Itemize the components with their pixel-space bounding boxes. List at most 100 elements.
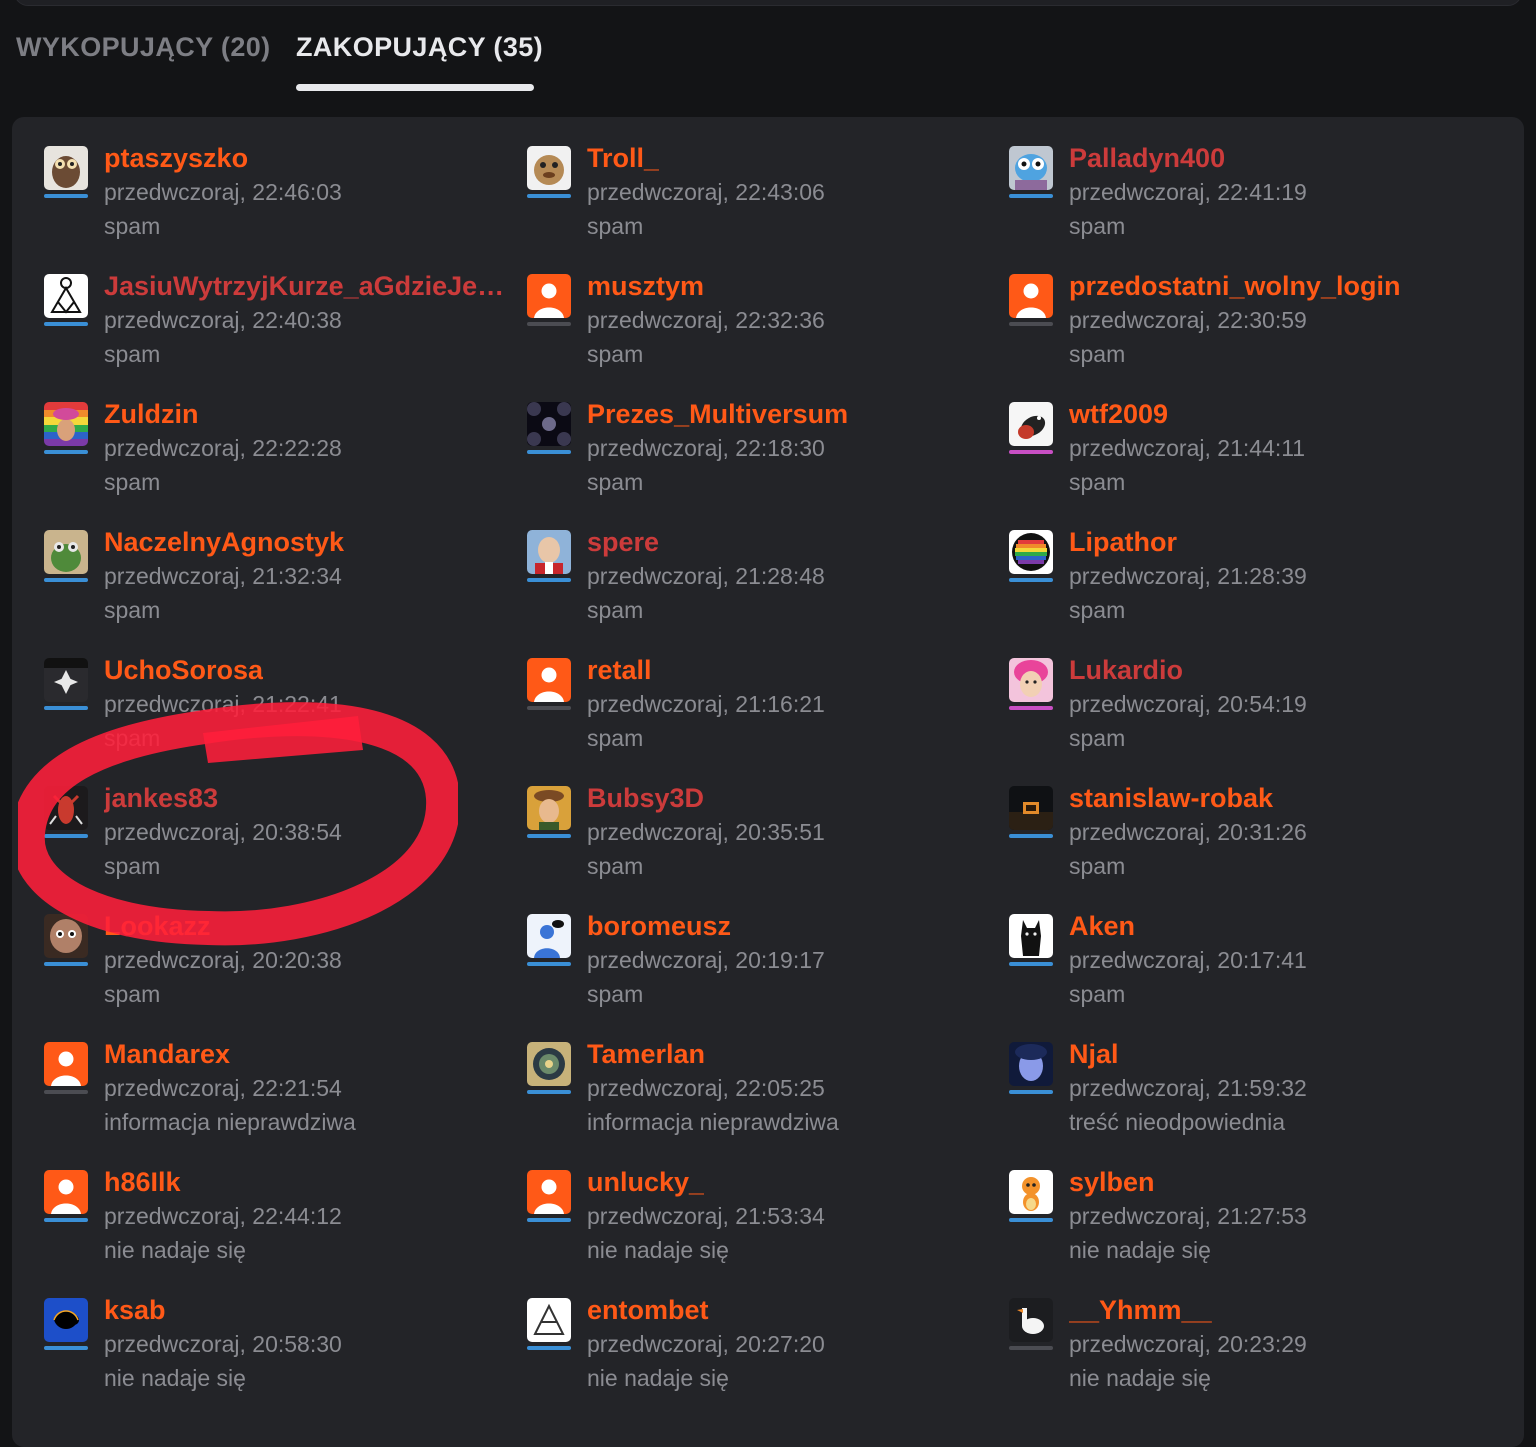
username-link[interactable]: __Yhmm__ <box>1069 1293 1212 1327</box>
vote-reason: spam <box>1069 981 1126 1007</box>
username-link[interactable]: JasiuWytrzyjKurze_aGdzieJestT... <box>104 269 506 303</box>
default-avatar <box>44 1170 88 1214</box>
username-link[interactable]: Zuldzin <box>104 397 198 431</box>
username-link[interactable]: ptaszyszko <box>104 141 248 175</box>
vote-timestamp: przedwczoraj, 22:43:06 <box>587 179 825 205</box>
vote-reason: treść nieodpowiednia <box>1069 1109 1286 1135</box>
username-link[interactable]: musztym <box>587 269 704 303</box>
puppet-avatar <box>527 146 571 190</box>
user-avatar-link[interactable] <box>44 658 88 710</box>
active-tab-indicator <box>296 84 534 91</box>
username-link[interactable]: NaczelnyAgnostyk <box>104 525 344 559</box>
vote-timestamp: przedwczoraj, 21:16:21 <box>587 691 825 717</box>
user-avatar-link[interactable] <box>44 274 88 326</box>
user-rank-bar <box>1009 194 1053 198</box>
username-link[interactable]: Lukardio <box>1069 653 1183 687</box>
user-avatar-link[interactable] <box>527 402 571 454</box>
bird-avatar <box>1009 402 1053 446</box>
username-link[interactable]: unlucky_ <box>587 1165 704 1199</box>
username-link[interactable]: Njal <box>1069 1037 1119 1071</box>
user-rank-bar <box>1009 706 1053 710</box>
tab-downvoters[interactable]: ZAKOPUJĄCY (35) <box>296 32 543 63</box>
vote-timestamp: przedwczoraj, 21:32:34 <box>104 563 342 589</box>
vote-timestamp: przedwczoraj, 20:27:20 <box>587 1331 825 1357</box>
user-avatar-link[interactable] <box>527 658 571 710</box>
user-avatar-link[interactable] <box>527 530 571 582</box>
user-avatar-link[interactable] <box>44 914 88 966</box>
username-link[interactable]: Bubsy3D <box>587 781 704 815</box>
vote-reason: spam <box>104 853 161 879</box>
vote-timestamp: przedwczoraj, 22:30:59 <box>1069 307 1307 333</box>
username-link[interactable]: przedostatni_wolny_login <box>1069 269 1401 303</box>
vote-timestamp: przedwczoraj, 21:27:53 <box>1069 1203 1307 1229</box>
vote-reason: nie nadaje się <box>104 1237 246 1263</box>
username-link[interactable]: sylben <box>1069 1165 1155 1199</box>
username-link[interactable]: UchoSorosa <box>104 653 263 687</box>
user-avatar-link[interactable] <box>1009 402 1053 454</box>
user-avatar-link[interactable] <box>1009 1170 1053 1222</box>
username-link[interactable]: Lipathor <box>1069 525 1177 559</box>
user-avatar-link[interactable] <box>1009 146 1053 198</box>
spheres-avatar <box>527 402 571 446</box>
blue-face-avatar <box>1009 1042 1053 1086</box>
username-link[interactable]: Palladyn400 <box>1069 141 1225 175</box>
username-link[interactable]: Aken <box>1069 909 1135 943</box>
username-link[interactable]: Tamerlan <box>587 1037 705 1071</box>
username-link[interactable]: h86Ilk <box>104 1165 181 1199</box>
vote-reason: spam <box>104 725 161 751</box>
vote-reason: spam <box>104 597 161 623</box>
user-avatar-link[interactable] <box>527 1042 571 1094</box>
voter-entry: jankes83 przedwczoraj, 20:38:54 spam <box>44 783 514 906</box>
username-link[interactable]: wtf2009 <box>1069 397 1168 431</box>
user-avatar-link[interactable] <box>44 1042 88 1094</box>
user-rank-bar <box>44 578 88 582</box>
user-avatar-link[interactable] <box>527 786 571 838</box>
user-rank-bar <box>527 322 571 326</box>
username-link[interactable]: stanislaw-robak <box>1069 781 1273 815</box>
voter-entry: retall przedwczoraj, 21:16:21 spam <box>527 655 997 778</box>
username-link[interactable]: ksab <box>104 1293 166 1327</box>
user-avatar-link[interactable] <box>1009 274 1053 326</box>
user-avatar-link[interactable] <box>44 402 88 454</box>
user-avatar-link[interactable] <box>44 530 88 582</box>
user-avatar-link[interactable] <box>44 786 88 838</box>
sketch-avatar <box>527 1298 571 1342</box>
user-avatar-link[interactable] <box>527 274 571 326</box>
username-link[interactable]: boromeusz <box>587 909 731 943</box>
username-link[interactable]: spere <box>587 525 659 559</box>
user-avatar-link[interactable] <box>44 1298 88 1350</box>
vote-timestamp: przedwczoraj, 20:38:54 <box>104 819 342 845</box>
username-link[interactable]: Lookazz <box>104 909 211 943</box>
user-avatar-link[interactable] <box>1009 1042 1053 1094</box>
vote-reason: spam <box>104 469 161 495</box>
user-avatar-link[interactable] <box>1009 914 1053 966</box>
username-link[interactable]: Prezes_Multiversum <box>587 397 848 431</box>
user-rank-bar <box>44 322 88 326</box>
user-avatar-link[interactable] <box>1009 786 1053 838</box>
voter-entry: UchoSorosa przedwczoraj, 21:22:41 spam <box>44 655 514 778</box>
user-avatar-link[interactable] <box>527 914 571 966</box>
voter-entry: Palladyn400 przedwczoraj, 22:41:19 spam <box>1009 143 1479 266</box>
username-link[interactable]: jankes83 <box>104 781 218 815</box>
user-avatar-link[interactable] <box>44 1170 88 1222</box>
user-avatar-link[interactable] <box>1009 1298 1053 1350</box>
user-rank-bar <box>527 578 571 582</box>
voter-entry: stanislaw-robak przedwczoraj, 20:31:26 spa… <box>1009 783 1479 906</box>
vote-timestamp: przedwczoraj, 22:18:30 <box>587 435 825 461</box>
user-avatar-link[interactable] <box>527 1298 571 1350</box>
username-link[interactable]: Mandarex <box>104 1037 230 1071</box>
user-rank-bar <box>44 1346 88 1350</box>
user-rank-bar <box>44 194 88 198</box>
username-link[interactable]: retall <box>587 653 652 687</box>
user-avatar-link[interactable] <box>1009 658 1053 710</box>
user-avatar-link[interactable] <box>527 146 571 198</box>
user-avatar-link[interactable] <box>527 1170 571 1222</box>
tab-upvoters[interactable]: WYKOPUJĄCY (20) <box>16 32 271 63</box>
vote-reason: informacja nieprawdziwa <box>104 1109 356 1135</box>
user-avatar-link[interactable] <box>1009 530 1053 582</box>
user-rank-bar <box>44 1218 88 1222</box>
username-link[interactable]: entombet <box>587 1293 709 1327</box>
user-avatar-link[interactable] <box>44 146 88 198</box>
voter-entry: Tamerlan przedwczoraj, 22:05:25 informacja… <box>527 1039 997 1162</box>
username-link[interactable]: Troll_ <box>587 141 659 175</box>
